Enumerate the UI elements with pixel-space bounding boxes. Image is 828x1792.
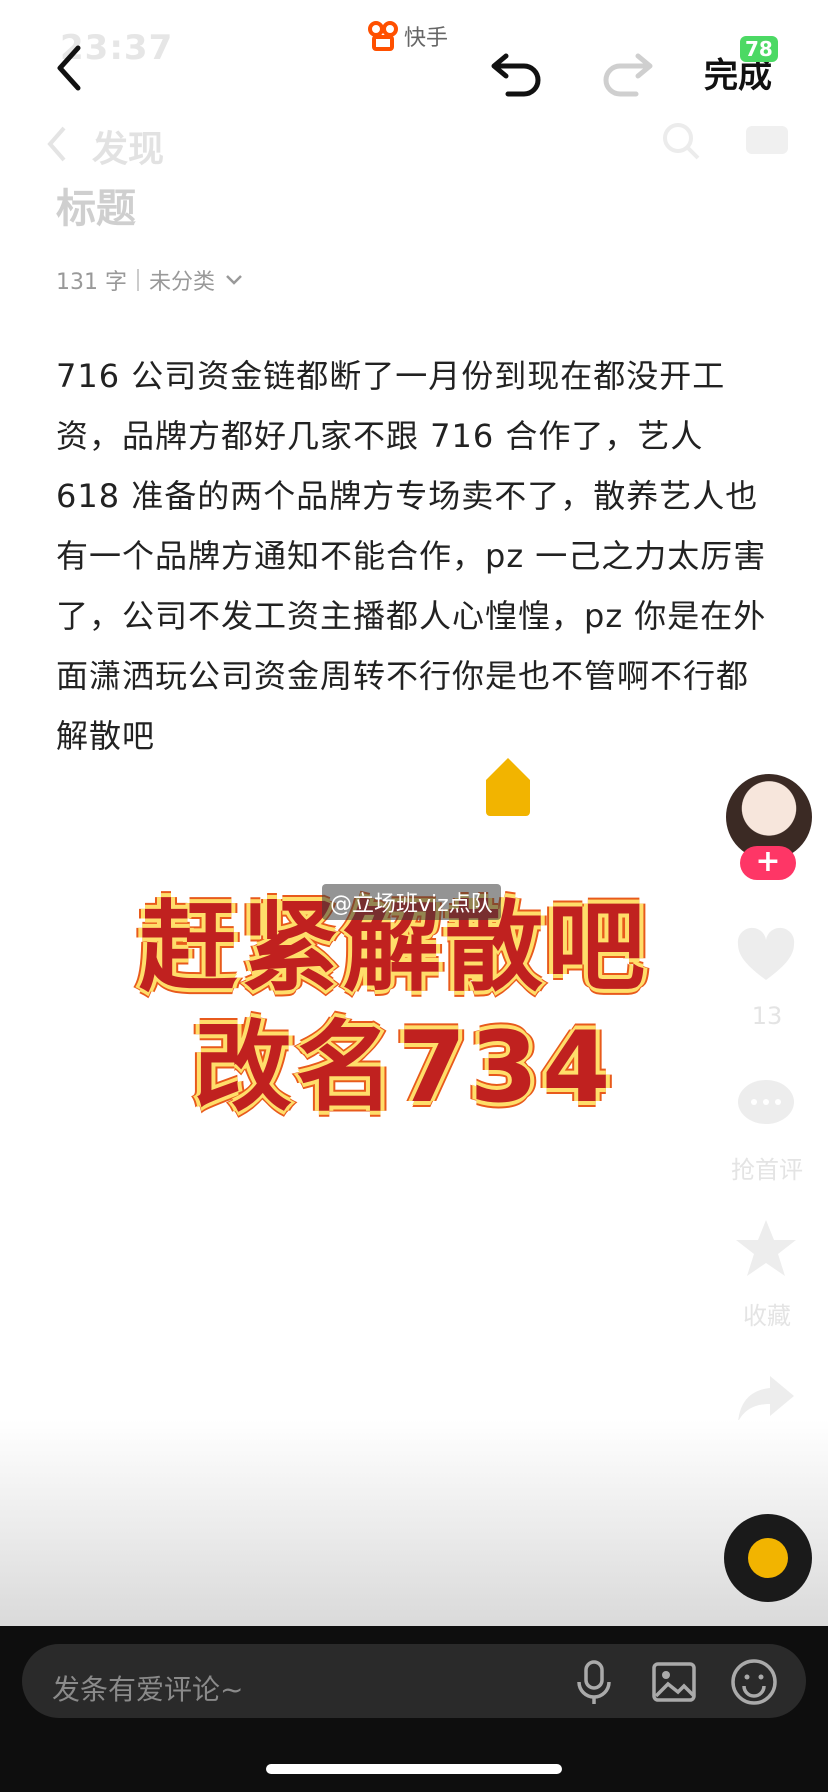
emoji-icon[interactable] <box>730 1658 778 1706</box>
follow-button[interactable]: + <box>740 846 796 880</box>
kuaishou-badge: 快手 <box>368 16 448 56</box>
comment-icon[interactable] <box>734 1074 798 1134</box>
faded-back-icon <box>47 126 66 162</box>
comment-input[interactable]: 发条有爱评论~ <box>52 1668 243 1708</box>
note-title[interactable]: 标题 <box>56 176 136 234</box>
kuaishou-logo-icon <box>368 21 398 51</box>
weibo-watermark: @立场班viz点队 <box>322 884 501 920</box>
microphone-icon[interactable] <box>574 1660 614 1706</box>
word-count: 131 字 <box>56 270 127 295</box>
like-count: 13 <box>751 1002 783 1030</box>
undo-icon[interactable] <box>488 42 548 98</box>
chevron-down-icon[interactable] <box>225 273 243 287</box>
share-icon[interactable] <box>734 1368 798 1428</box>
note-meta: 131 字 未分类 <box>56 264 243 296</box>
comment-label: 抢首评 <box>731 1156 803 1184</box>
star-icon[interactable] <box>734 1218 798 1278</box>
heart-icon[interactable] <box>734 926 798 986</box>
meta-divider <box>137 269 139 291</box>
kuaishou-label: 快手 <box>404 26 449 51</box>
faded-nav-title: 发现 <box>92 129 165 170</box>
collect-label: 收藏 <box>743 1302 791 1330</box>
note-body[interactable]: 716 公司资金链都断了一月份到现在都没开工资，品牌方都好几家不跟 716 合作… <box>56 346 776 766</box>
image-icon[interactable] <box>652 1662 696 1702</box>
battery-indicator: 78 <box>740 36 778 62</box>
music-disc-icon[interactable] <box>724 1514 812 1602</box>
category-selector[interactable]: 未分类 <box>149 264 215 296</box>
headline-line-2: 改名734 <box>193 1011 615 1125</box>
home-marker-icon <box>486 758 530 816</box>
home-indicator[interactable] <box>266 1764 562 1774</box>
redo-icon[interactable] <box>596 42 656 98</box>
faded-message-icon <box>746 126 788 154</box>
back-chevron-icon[interactable] <box>50 40 90 96</box>
faded-search-icon <box>663 123 700 160</box>
bottom-fade <box>0 1420 828 1630</box>
